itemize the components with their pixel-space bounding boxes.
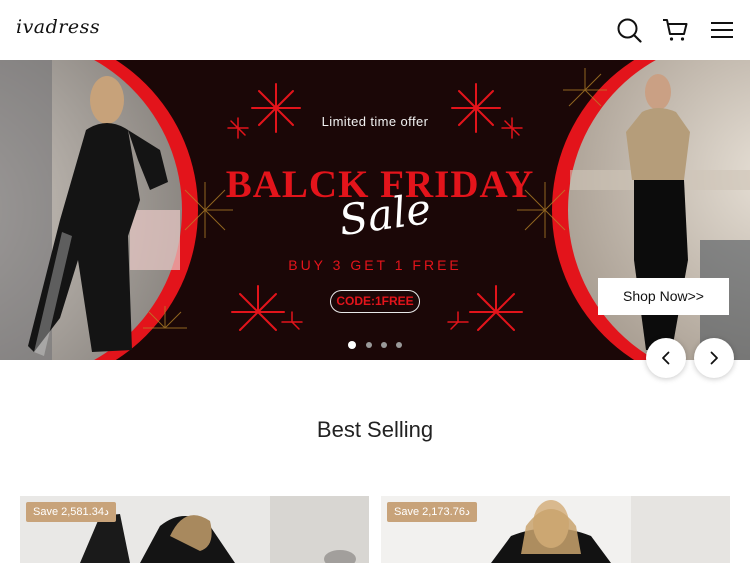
search-icon[interactable]	[615, 16, 643, 44]
carousel-next-button[interactable]	[694, 338, 734, 378]
save-badge: Save 2,173.76د	[387, 502, 477, 522]
carousel-prev-button[interactable]	[646, 338, 686, 378]
site-header: ivadress	[0, 0, 750, 60]
left-model-photo	[0, 60, 198, 360]
carousel-dot-1[interactable]	[348, 341, 356, 349]
carousel-dot-4[interactable]	[396, 342, 402, 348]
logo[interactable]: ivadress	[16, 16, 100, 38]
product-card-2[interactable]: Save 2,173.76د	[381, 496, 730, 563]
hero-banner[interactable]: Limited time offer BALCK FRIDAY Sale BUY…	[0, 60, 750, 360]
carousel-dot-3[interactable]	[381, 342, 387, 348]
right-model-photo	[552, 60, 750, 360]
menu-icon[interactable]	[708, 16, 736, 44]
save-badge: Save 2,581.34د	[26, 502, 116, 522]
promo-code-badge: CODE:1FREE	[330, 290, 420, 313]
carousel-dot-2[interactable]	[366, 342, 372, 348]
promo-subtitle: BUY 3 GET 1 FREE	[288, 257, 462, 273]
cart-icon[interactable]	[661, 16, 689, 44]
shop-now-button[interactable]: Shop Now>>	[598, 278, 729, 315]
promo-limited-label: Limited time offer	[321, 114, 429, 129]
chevron-right-icon	[710, 351, 718, 365]
chevron-left-icon	[662, 351, 670, 365]
product-card-1[interactable]: Save 2,581.34د	[20, 496, 369, 563]
best-selling-heading: Best Selling	[316, 417, 434, 442]
